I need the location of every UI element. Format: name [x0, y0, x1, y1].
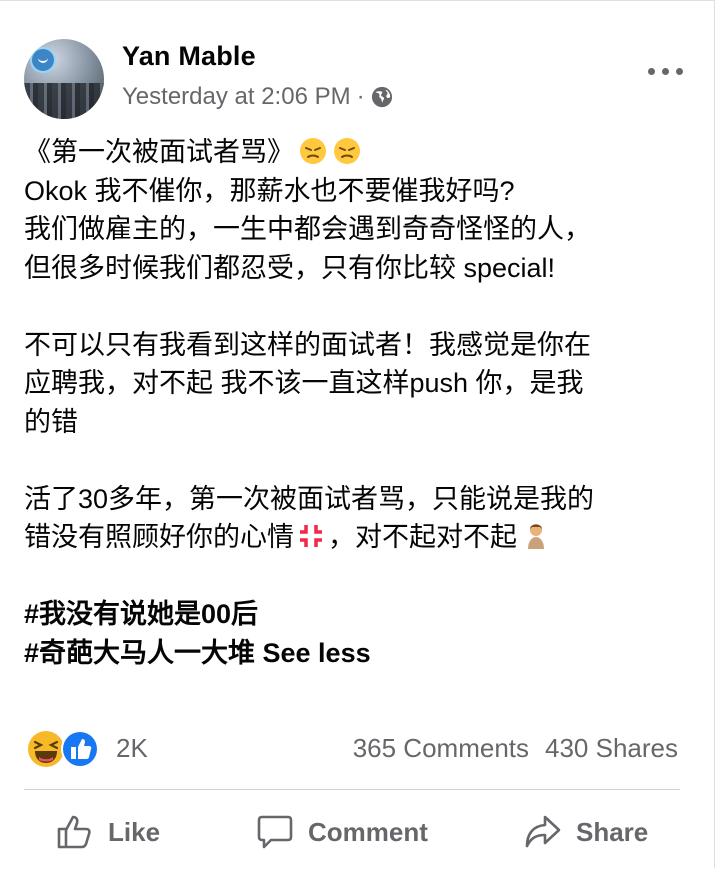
avatar-badge-icon [30, 47, 56, 73]
more-options-icon[interactable] [648, 65, 684, 77]
post-header: Yan Mable Yesterday at 2:06 PM · [24, 39, 696, 119]
post-meta: Yesterday at 2:06 PM · [122, 83, 393, 111]
post-actions: Like Comment Share [24, 801, 680, 863]
like-reaction-icon [61, 730, 99, 768]
hashtag-line[interactable]: #奇葩大马人一大堆 See less [24, 634, 696, 673]
pensive-face-icon [334, 138, 360, 164]
share-button[interactable]: Share [524, 801, 648, 863]
post-line: 我们做雇主的，一生中都会遇到奇奇怪怪的人， [24, 214, 591, 244]
shares-count[interactable]: 430 Shares [545, 733, 678, 763]
share-label: Share [576, 816, 649, 847]
like-label: Like [108, 816, 161, 847]
reactions-bar: 2K 365 Comments 430 Shares [26, 729, 686, 769]
comment-button[interactable]: Comment [256, 801, 428, 863]
post-line: 但很多时候我们都忍受，只有你比较 special! [24, 252, 556, 283]
person-pouting-icon [528, 524, 544, 549]
post-card: Yan Mable Yesterday at 2:06 PM · 《第一次被面试… [0, 0, 715, 868]
hashtag-line[interactable]: #我没有说她是00后 [24, 595, 696, 634]
comment-label: Comment [308, 816, 428, 847]
post-line: 应聘我，对不起 我不该一直这样push 你，是我 [24, 368, 584, 398]
post-line: Okok 我不催你，那薪水也不要催我好吗? [24, 175, 515, 206]
author-name[interactable]: Yan Mable [122, 41, 256, 72]
post-line: 不可以只有我看到这样的面试者！我感觉是你在 [24, 329, 591, 360]
post-text: 《第一次被面试者骂》 Okok 我不催你，那薪水也不要催我好吗? 我们做雇主的，… [24, 133, 696, 672]
actions-divider [24, 789, 680, 790]
reaction-count[interactable]: 2K [116, 733, 148, 764]
reaction-icons[interactable] [26, 729, 106, 769]
post-line: 的错 [24, 406, 78, 437]
meta-separator: · [356, 83, 365, 110]
engagement-counts: 365 Comments 430 Shares [353, 733, 678, 764]
post-line: 错没有照顾好你的心情 ，对不起对不起 [24, 518, 696, 557]
comment-icon [257, 815, 293, 849]
anger-symbol-icon [300, 525, 322, 547]
post-line: 《第一次被面试者骂》 [24, 133, 696, 172]
pensive-face-icon [300, 138, 326, 164]
like-button[interactable]: Like [56, 801, 160, 863]
comments-count[interactable]: 365 Comments [353, 733, 529, 763]
globe-icon[interactable] [371, 86, 393, 108]
avatar[interactable] [24, 39, 104, 119]
post-line: 活了30多年，第一次被面试者骂，只能说是我的 [24, 483, 595, 514]
thumbs-up-icon [57, 815, 91, 849]
share-icon [525, 815, 561, 848]
post-timestamp[interactable]: Yesterday at 2:06 PM [122, 83, 351, 111]
avatar-photo [24, 83, 104, 119]
